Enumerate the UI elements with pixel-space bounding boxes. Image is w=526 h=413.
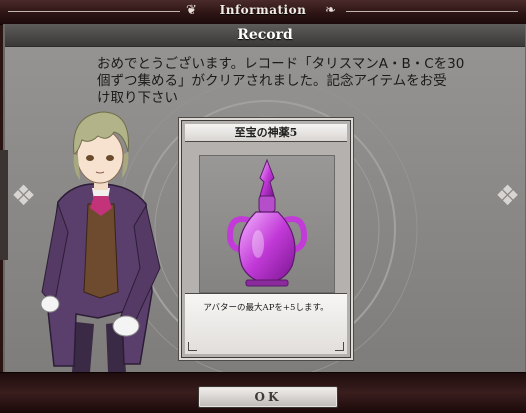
reward-item-card: 至宝の神薬5 アバターの最大APを+5します。 xyxy=(181,120,351,358)
header-title: Information xyxy=(219,3,307,17)
character-portrait xyxy=(40,111,161,372)
header-divider-line xyxy=(346,11,518,12)
top-header-bar: ❦ Information ❧ xyxy=(0,0,526,25)
reward-item-name: 至宝の神薬5 xyxy=(185,124,347,142)
message-line: 個ずつ集める」がクリアされました。記念アイテムをお受 xyxy=(97,73,447,89)
ok-button[interactable]: OK xyxy=(198,386,338,408)
right-ornament-icon: ❖ xyxy=(495,179,521,212)
header-ornament-icon: ❧ xyxy=(325,3,336,18)
reward-item-image-frame xyxy=(199,155,335,293)
corner-ornament xyxy=(335,342,344,351)
reward-item-description-box: アバターの最大APを+5します。 xyxy=(185,293,347,354)
dialog-title-bar: Record xyxy=(5,24,525,47)
potion-icon xyxy=(226,158,308,287)
corner-ornament xyxy=(188,342,197,351)
left-edge-strip xyxy=(0,150,8,260)
dialog-title: Record xyxy=(237,27,293,43)
message-line: おめでとうございます。レコード「タリスマンA・B・Cを30 xyxy=(97,56,465,72)
reward-item-description: アバターの最大APを+5します。 xyxy=(203,303,329,313)
